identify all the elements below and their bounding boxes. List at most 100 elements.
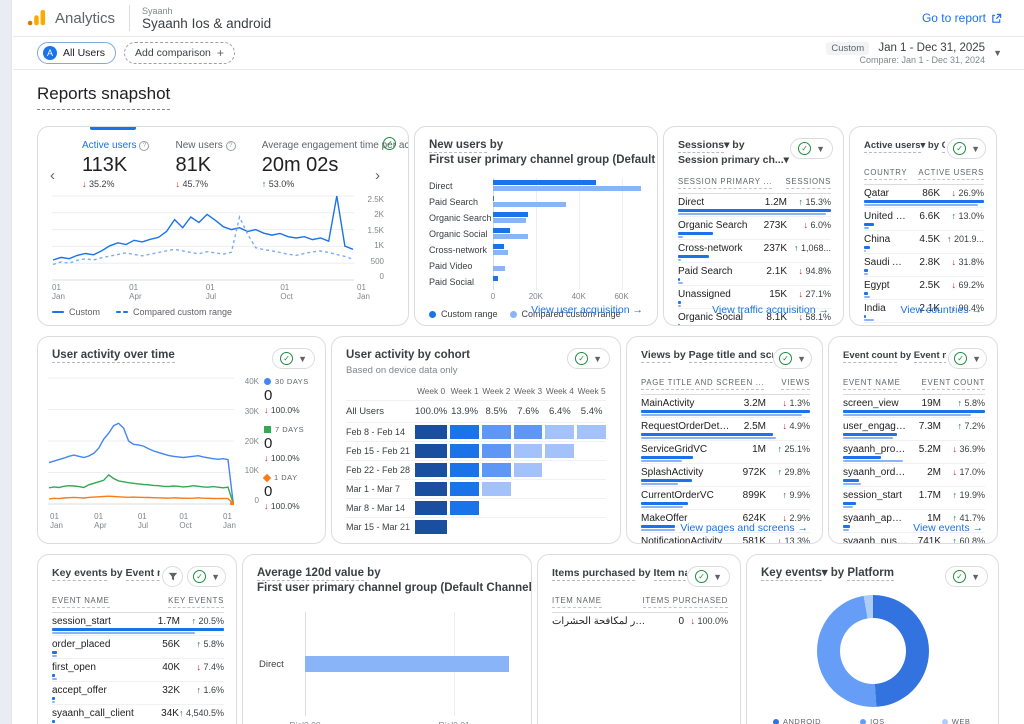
row-name: MainActivity [641,398,736,409]
check-icon: ✓ [779,352,792,365]
bar-custom [493,228,510,233]
metric-block[interactable]: Active users?113K↓ 35.2% [82,140,149,189]
row-value: 0 [654,616,684,627]
row-value: 5.2M [911,444,941,455]
card-title-dimension[interactable]: Session primary ch...▾ [678,153,789,168]
tick-line: 01 [129,283,141,292]
row-bar-track [864,292,984,298]
table-row: Cross-network237K↑ 1,068... [678,240,831,263]
column-header: PAGE TITLE AND SCREEN ... [641,378,764,390]
data-quality-menu[interactable]: ✓▼ [687,566,730,587]
all-users-percent: 8.5% [482,401,511,422]
row-compare-bar [641,529,675,531]
row-name: United States [864,211,910,222]
date-type-chip: Custom [826,42,869,55]
row-bar-track [678,278,831,284]
data-quality-icon[interactable]: ✓ [383,137,396,150]
change-arrow-icon: ↑ [947,234,952,244]
divider [346,517,606,518]
table-row-line: user_engagement7.3M↑ 7.2% [843,421,985,432]
view-traffic-acquisition-link[interactable]: View traffic acquisition → [712,304,829,316]
view-user-acquisition-link[interactable]: View user acquisition → [531,304,643,316]
row-change: ↓ 6.0% [787,220,831,230]
all-users-chip[interactable]: A All Users [37,42,116,64]
check-icon: ✓ [193,570,206,583]
card-title[interactable]: Active users▾ by Country [864,138,945,153]
view-events-link[interactable]: View events → [913,522,983,534]
row-change: ↓ 1.3% [766,398,810,408]
table-row: RequestOrderDetails2.5M↓ 4.9% [641,418,810,441]
view-pages-screens-link[interactable]: View pages and screens → [680,522,808,534]
title-segment: Sessions [678,139,724,153]
card-title-dimension[interactable]: First user primary channel group (Defaul… [429,153,658,168]
row-change: ↓ 94.8% [787,266,831,276]
carousel-next-button[interactable]: › [375,167,380,184]
carousel-prev-button[interactable]: ‹ [50,167,55,184]
table-row: Egypt2.5K↓ 69.2% [864,277,984,300]
axis-tick-label: 01Jan [52,283,65,301]
card-title[interactable]: Key events▾ by Platform [761,566,894,581]
change-arrow-icon: ↑ [262,179,267,189]
filter-button[interactable] [162,566,183,587]
bar-category-labels: DirectPaid SearchOrganic SearchOrganic S… [429,178,493,290]
table-header: EVENT NAMEKEY EVENTS [52,589,224,613]
title-segment: by [107,567,125,579]
bar-category-label: Direct [429,178,493,194]
row-name: syaanh_push_click [843,536,911,544]
card-title[interactable]: Sessions▾ by [678,138,789,153]
data-quality-menu[interactable]: ✓▼ [773,348,812,369]
row-compare-bar [52,655,57,657]
page-title: Reports snapshot [37,84,170,110]
column-header: ACTIVE USERS [918,168,984,180]
view-countries-link[interactable]: View countries → [900,304,982,316]
add-comparison-button[interactable]: Add comparison + [124,42,235,64]
column-header: COUNTRY [864,168,907,180]
data-quality-menu[interactable]: ✓▼ [947,138,986,159]
go-to-report-link[interactable]: Go to report [922,11,1002,25]
cohort-cell [514,501,543,515]
table-row-line: syaanh_call_client34K↑ 4,540.5% [52,708,224,719]
row-bar [641,525,675,528]
row-name: Organic Search [678,220,757,231]
table-row: accept_offer32K↑ 1.6% [52,682,224,705]
card-title: Items purchased by Item name [552,566,687,581]
views-card: Views by Page title and screen class ✓▼ … [626,336,823,544]
info-icon[interactable]: ? [226,141,236,151]
divider [346,422,606,423]
table-row: CurrentOrderVC899K↑ 9.9% [641,487,810,510]
row-bar-track [678,232,831,238]
carousel-indicator [90,127,136,130]
row-bar [678,278,680,281]
metric-block[interactable]: New users?81K↓ 45.7% [175,140,235,189]
legend-dot-icon [429,311,436,318]
bar-group [493,194,643,210]
row-name: Paid Search [678,266,757,277]
bar-custom [493,196,494,201]
date-range-selector[interactable]: Custom Jan 1 - Dec 31, 2025 Compare: Jan… [826,42,1002,65]
row-bar [641,502,688,505]
data-quality-menu[interactable]: ✓▼ [567,348,610,369]
row-name: ServiceGridVC [641,444,736,455]
axis-tick-label: 01Jan [357,283,370,301]
title-segment: Page title and screen class [689,349,773,363]
data-quality-menu[interactable]: ✓▼ [272,348,315,369]
data-quality-menu[interactable]: ✓▼ [948,348,987,369]
data-quality-menu[interactable]: ✓▼ [945,566,988,587]
title-segment: Event name [126,567,161,581]
bar-custom [493,180,596,185]
card-title-dimension[interactable]: First user primary channel group (Defaul… [257,581,532,596]
table-row-line: SplashActivity972K↑ 29.8% [641,467,810,478]
left-nav-rail[interactable] [0,0,12,724]
row-name: accept_offer [52,685,150,696]
y-axis-labels: 40K30K20K10K0 [234,377,262,505]
data-quality-menu[interactable]: ✓▼ [790,138,833,159]
card-title: Average 120d value by [257,566,532,581]
key-events-table: EVENT NAMEKEY EVENTSsession_start1.7M↑ 2… [38,587,236,724]
donut-legend: ANDROID49.0%IOS48.3%WEB2.8% [747,707,998,724]
info-icon[interactable]: ? [139,141,149,151]
property-name[interactable]: Syaanh Ios & android [142,16,271,31]
data-quality-menu[interactable]: ✓▼ [187,566,226,587]
row-compare-bar [843,414,971,416]
row-change: ↑ 29.8% [766,467,810,477]
title-segment: Key events [52,567,107,581]
